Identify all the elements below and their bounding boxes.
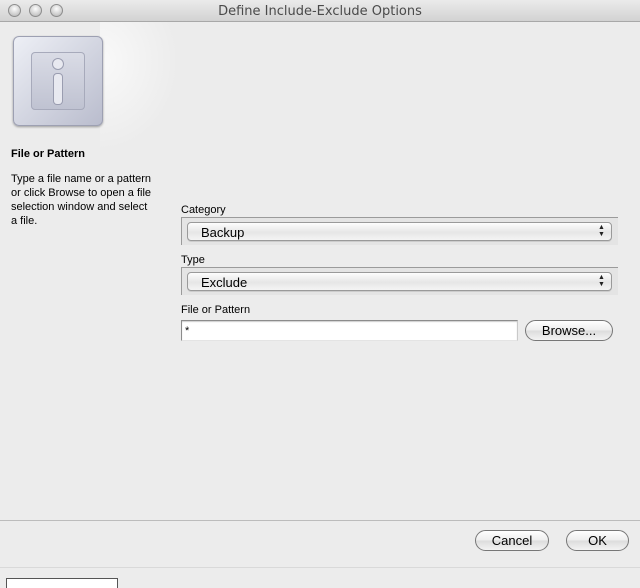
type-label: Type	[181, 254, 205, 266]
select-arrows-icon: ▲ ▼	[598, 224, 605, 238]
info-icon	[13, 36, 103, 126]
file-pattern-label: File or Pattern	[181, 304, 251, 316]
bottom-divider	[0, 567, 640, 568]
type-select[interactable]: Exclude ▲ ▼	[181, 267, 618, 295]
footer-separator	[0, 520, 640, 521]
type-value: Exclude	[201, 275, 248, 290]
category-select[interactable]: Backup ▲ ▼	[181, 217, 618, 245]
window-title: Define Include-Exclude Options	[218, 4, 422, 19]
category-label: Category	[181, 204, 226, 216]
category-popup-button[interactable]: Backup ▲ ▼	[187, 222, 612, 241]
cancel-button[interactable]: Cancel	[475, 530, 549, 551]
title-bar: Define Include-Exclude Options	[0, 0, 640, 22]
info-panel: File or Pattern Type a file name or a pa…	[0, 22, 180, 520]
category-value: Backup	[201, 225, 245, 240]
info-description: Type a file name or a pattern or click B…	[11, 173, 152, 227]
info-heading: File or Pattern	[11, 148, 85, 160]
background-window-edge	[6, 578, 118, 588]
type-popup-button[interactable]: Exclude ▲ ▼	[187, 272, 612, 291]
select-arrows-icon: ▲ ▼	[598, 274, 605, 288]
ok-button[interactable]: OK	[566, 530, 629, 551]
browse-button[interactable]: Browse...	[525, 320, 613, 341]
file-pattern-input[interactable]	[181, 320, 518, 341]
